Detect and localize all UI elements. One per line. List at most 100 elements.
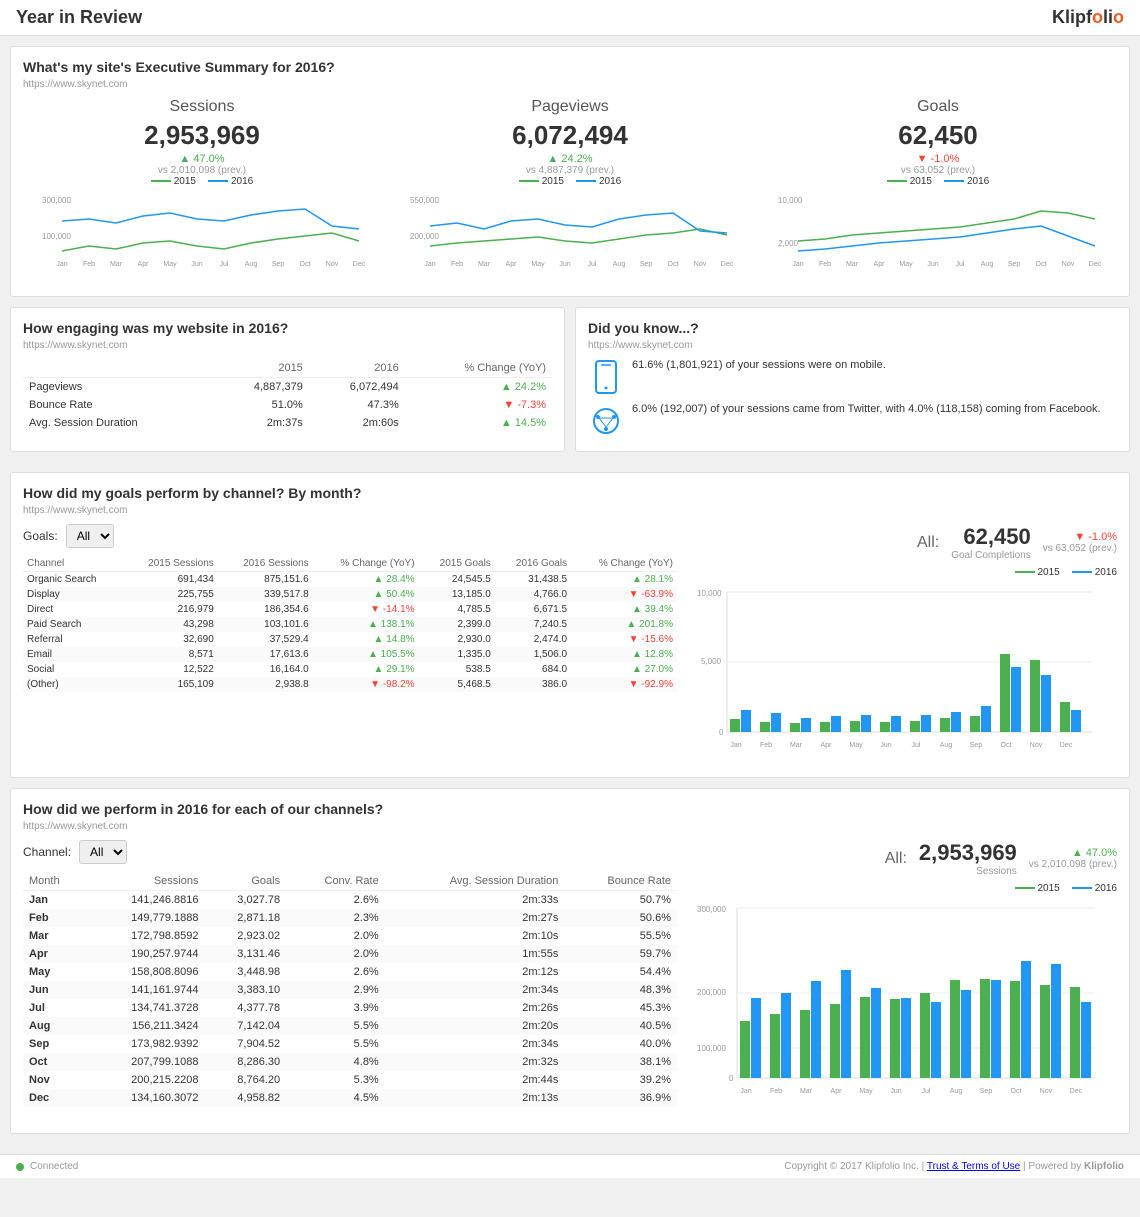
pageviews-chart: 550,000 200,000 Jan Feb Mar Apr May Jun … [391, 191, 749, 271]
engagement-url: https://www.skynet.com [23, 340, 552, 351]
m-conv: 2.3% [286, 909, 385, 927]
svg-text:Sep: Sep [1008, 261, 1021, 268]
monthly-right: All: 2,953,969 Sessions ▲ 47.0% vs 2,010… [697, 840, 1117, 1121]
monthly-change: ▲ 47.0% [1029, 847, 1117, 859]
engage-col-2016: 2016 [309, 359, 405, 378]
m-duration: 2m:12s [385, 963, 565, 981]
dyk-title: Did you know...? [588, 320, 1117, 336]
engage-row: Bounce Rate 51.0% 47.3% ▼ -7.3% [23, 396, 552, 414]
engage-row: Avg. Session Duration 2m:37s 2m:60s ▲ 14… [23, 414, 552, 432]
svg-text:Aug: Aug [950, 1088, 963, 1095]
m-goals: 2,871.18 [204, 909, 286, 927]
svg-text:Jun: Jun [880, 742, 891, 749]
svg-text:Dec: Dec [353, 261, 366, 268]
m-sessions: 149,779.1888 [86, 909, 204, 927]
m-conv: 2.9% [286, 981, 385, 999]
engage-row: Pageviews 4,887,379 6,072,494 ▲ 24.2% [23, 378, 552, 397]
ch-sc: ▲ 29.1% [313, 662, 419, 677]
goals-change: ▼ -1.0% [1043, 531, 1117, 543]
ch-s2016: 339,517.8 [218, 587, 313, 602]
ch-gc: ▲ 27.0% [571, 662, 677, 677]
goals-chart: 10,000 2,000 Jan Feb Mar Apr May Jun Jul… [759, 191, 1117, 271]
svg-text:Jun: Jun [559, 261, 570, 268]
m-conv: 4.8% [286, 1053, 385, 1071]
m-duration: 2m:44s [385, 1071, 565, 1089]
m-bounce: 40.0% [564, 1035, 677, 1053]
goals-dropdown-label: Goals: [23, 529, 58, 543]
channel-row: Paid Search 43,298 103,101.6 ▲ 138.1% 2,… [23, 617, 677, 632]
mobile-icon [588, 359, 624, 395]
m-conv: 5.5% [286, 1035, 385, 1053]
m-duration: 2m:33s [385, 891, 565, 910]
ch-s2015: 32,690 [123, 632, 218, 647]
ch-gc: ▼ -63.9% [571, 587, 677, 602]
goals-channel-section: Goals: All Channel 2015 Sessions 2016 Se… [23, 524, 1117, 765]
ch-g2016: 684.0 [495, 662, 571, 677]
svg-text:May: May [531, 261, 545, 268]
connected-label: Connected [30, 1161, 78, 1172]
m-month: Nov [23, 1071, 86, 1089]
ch-g2016: 386.0 [495, 677, 571, 692]
ch-channel: Organic Search [23, 572, 123, 588]
goals-select[interactable]: All [66, 524, 114, 548]
svg-text:Jan: Jan [730, 742, 741, 749]
ch-s2015: 12,522 [123, 662, 218, 677]
svg-text:Apr: Apr [821, 742, 833, 749]
month-row: Nov 200,215.2208 8,764.20 5.3% 2m:44s 39… [23, 1071, 677, 1089]
monthly-summary: All: 2,953,969 Sessions ▲ 47.0% vs 2,010… [697, 840, 1117, 877]
svg-text:Dec: Dec [1089, 261, 1102, 268]
bar-2015-jan [730, 719, 740, 732]
ch-g2016: 1,506.0 [495, 647, 571, 662]
svg-text:Jan: Jan [792, 261, 803, 268]
svg-text:10,000: 10,000 [697, 589, 722, 598]
svg-text:Nov: Nov [1062, 261, 1075, 268]
m-goals: 3,027.78 [204, 891, 286, 910]
footer-trust-link[interactable]: Trust & Terms of Use [927, 1161, 1020, 1172]
dyk-item-2: 6.0% (192,007) of your sessions came fro… [588, 403, 1117, 439]
ch-s2016: 16,164.0 [218, 662, 313, 677]
channel-table: Channel 2015 Sessions 2016 Sessions % Ch… [23, 556, 677, 692]
channel-select[interactable]: All [79, 840, 127, 864]
ch-gc: ▲ 201.8% [571, 617, 677, 632]
svg-text:Jun: Jun [191, 261, 202, 268]
engage-2016: 6,072,494 [309, 378, 405, 397]
m-month: Jan [23, 891, 86, 910]
ch-g2015: 4,785.5 [419, 602, 495, 617]
goals-dropdown: Goals: All [23, 524, 677, 548]
month-table: Month Sessions Goals Conv. Rate Avg. Ses… [23, 872, 677, 1107]
channel-dropdown: Channel: All [23, 840, 677, 864]
goals-prev: vs 63,052 (prev.) [759, 165, 1117, 176]
ch-sc: ▲ 14.8% [313, 632, 419, 647]
g-legend-2015: 2015 [887, 176, 932, 187]
channel-row: Email 8,571 17,613.6 ▲ 105.5% 1,335.0 1,… [23, 647, 677, 662]
ch-sc: ▼ -98.2% [313, 677, 419, 692]
m-bounce: 36.9% [564, 1089, 677, 1107]
svg-text:Mar: Mar [846, 261, 859, 268]
ch-g2015: 13,185.0 [419, 587, 495, 602]
pageviews-metric: Pageviews 6,072,494 ▲ 24.2% vs 4,887,379… [391, 98, 749, 274]
svg-text:May: May [899, 261, 913, 268]
executive-title: What's my site's Executive Summary for 2… [23, 59, 1117, 75]
m-duration: 2m:27s [385, 909, 565, 927]
m-conv: 5.3% [286, 1071, 385, 1089]
svg-text:Aug: Aug [981, 261, 994, 268]
channel-header-row: Channel 2015 Sessions 2016 Sessions % Ch… [23, 556, 677, 572]
monthly-all-label: All: [885, 850, 907, 868]
m-month: May [23, 963, 86, 981]
svg-text:Mar: Mar [110, 261, 123, 268]
ch-g2015: 538.5 [419, 662, 495, 677]
ch-channel: Display [23, 587, 123, 602]
monthly-title: How did we perform in 2016 for each of o… [23, 801, 1117, 817]
engage-metric: Avg. Session Duration [23, 414, 213, 432]
svg-text:100,000: 100,000 [42, 232, 71, 241]
ch-gc: ▲ 39.4% [571, 602, 677, 617]
ch-gc: ▼ -15.6% [571, 632, 677, 647]
ch-s2016: 17,613.6 [218, 647, 313, 662]
engage-2015: 4,887,379 [213, 378, 309, 397]
ch-sc: ▲ 138.1% [313, 617, 419, 632]
goals-all-value: 62,450 [951, 524, 1030, 550]
goals-label: Goals [759, 98, 1117, 116]
social-icon [588, 403, 624, 439]
svg-text:2,000: 2,000 [778, 239, 799, 248]
svg-text:Sep: Sep [970, 742, 983, 749]
